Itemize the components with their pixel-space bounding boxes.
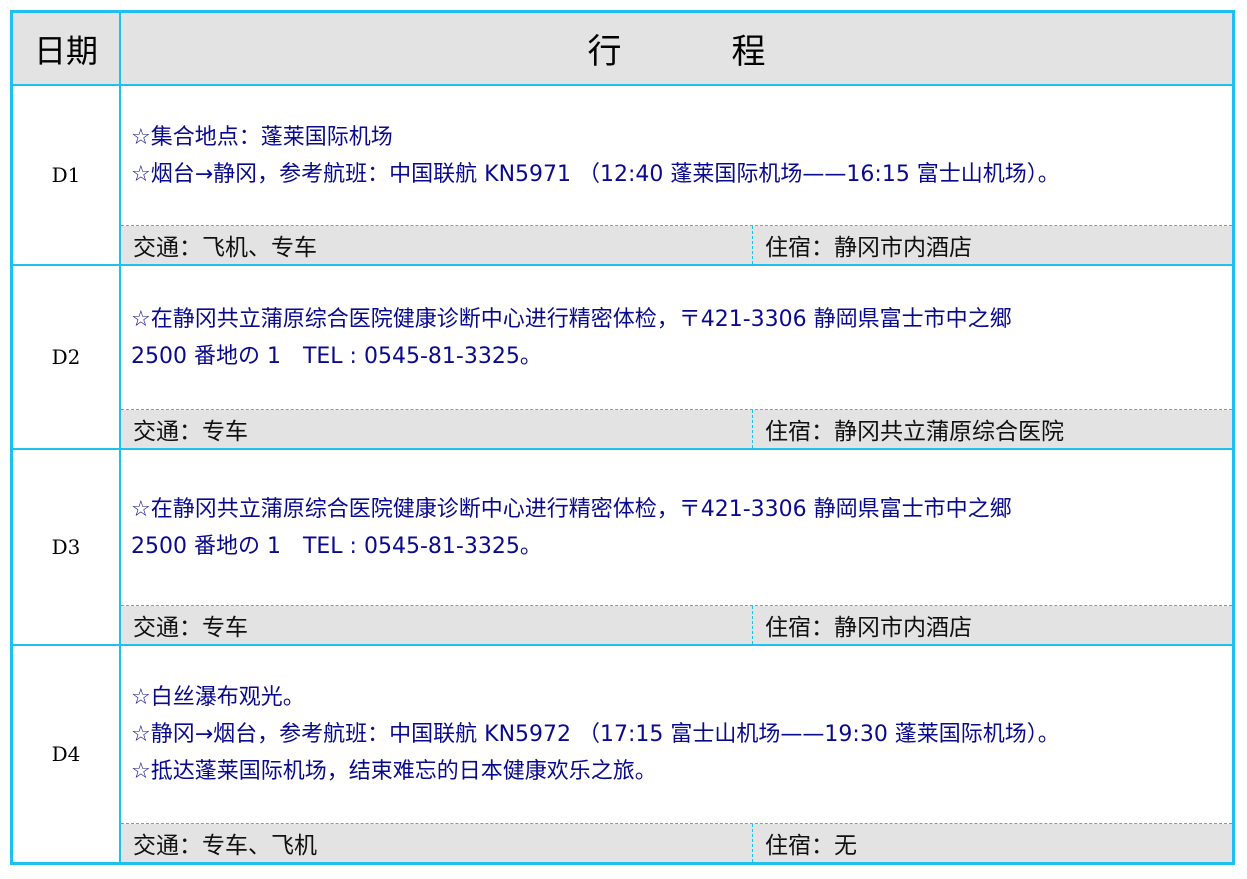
- transport-info: 交通：专车、飞机: [121, 824, 753, 862]
- day-row-d1: D1 ☆集合地点：蓬莱国际机场 ☆烟台→静冈，参考航班：中国联航 KN5971 …: [13, 86, 1232, 266]
- itinerary-table: 日期 行程 D1 ☆集合地点：蓬莱国际机场 ☆烟台→静冈，参考航班：中国联航 K…: [10, 10, 1235, 865]
- day-label: D3: [13, 450, 121, 644]
- itinerary-line: ☆静冈→烟台，参考航班：中国联航 KN5972 （17:15 富士山机场——19…: [131, 722, 1060, 747]
- date-column-header: 日期: [13, 13, 121, 84]
- lodging-info: 住宿：静冈市内酒店: [765, 615, 972, 641]
- day-itinerary-content: ☆在静冈共立蒲原综合医院健康诊断中心进行精密体检，〒421-3306 静岡県富士…: [121, 450, 1232, 606]
- day-footer: 交通：飞机、专车 住宿：静冈市内酒店: [121, 226, 1232, 264]
- day-row-d3: D3 ☆在静冈共立蒲原综合医院健康诊断中心进行精密体检，〒421-3306 静岡…: [13, 450, 1232, 646]
- transport-info: 交通：专车: [121, 606, 753, 644]
- itinerary-column-header: 行程: [587, 32, 876, 72]
- day-label: D4: [13, 646, 121, 862]
- lodging-info: 住宿：无: [765, 833, 857, 859]
- day-itinerary-content: ☆白丝瀑布观光。 ☆静冈→烟台，参考航班：中国联航 KN5972 （17:15 …: [121, 646, 1232, 824]
- itinerary-line: ☆烟台→静冈，参考航班：中国联航 KN5971 （12:40 蓬莱国际机场——1…: [131, 161, 1060, 187]
- table-header-row: 日期 行程: [13, 13, 1232, 86]
- day-row-d2: D2 ☆在静冈共立蒲原综合医院健康诊断中心进行精密体检，〒421-3306 静岡…: [13, 266, 1232, 450]
- lodging-info: 住宿：静冈市内酒店: [765, 235, 972, 261]
- itinerary-line: ☆白丝瀑布观光。: [131, 685, 305, 710]
- itinerary-line: 2500 番地の 1 TEL : 0545-81-3325。: [131, 343, 542, 369]
- day-label: D2: [13, 266, 121, 448]
- itinerary-line: 2500 番地の 1 TEL : 0545-81-3325。: [131, 533, 542, 559]
- itinerary-line: ☆在静冈共立蒲原综合医院健康诊断中心进行精密体检，〒421-3306 静岡県富士…: [131, 496, 1012, 522]
- transport-info: 交通：飞机、专车: [121, 226, 753, 264]
- day-row-d4: D4 ☆白丝瀑布观光。 ☆静冈→烟台，参考航班：中国联航 KN5972 （17:…: [13, 646, 1232, 862]
- day-footer: 交通：专车 住宿：静冈共立蒲原综合医院: [121, 410, 1232, 448]
- itinerary-line: ☆集合地点：蓬莱国际机场: [131, 124, 393, 150]
- day-label: D1: [13, 86, 121, 264]
- transport-info: 交通：专车: [121, 410, 753, 448]
- itinerary-line: ☆抵达蓬莱国际机场，结束难忘的日本健康欢乐之旅。: [131, 759, 657, 784]
- itinerary-line: ☆在静冈共立蒲原综合医院健康诊断中心进行精密体检，〒421-3306 静岡県富士…: [131, 306, 1012, 332]
- day-itinerary-content: ☆在静冈共立蒲原综合医院健康诊断中心进行精密体检，〒421-3306 静岡県富士…: [121, 266, 1232, 410]
- day-footer: 交通：专车、飞机 住宿：无: [121, 824, 1232, 862]
- day-footer: 交通：专车 住宿：静冈市内酒店: [121, 606, 1232, 644]
- day-itinerary-content: ☆集合地点：蓬莱国际机场 ☆烟台→静冈，参考航班：中国联航 KN5971 （12…: [121, 86, 1232, 226]
- lodging-info: 住宿：静冈共立蒲原综合医院: [765, 419, 1064, 445]
